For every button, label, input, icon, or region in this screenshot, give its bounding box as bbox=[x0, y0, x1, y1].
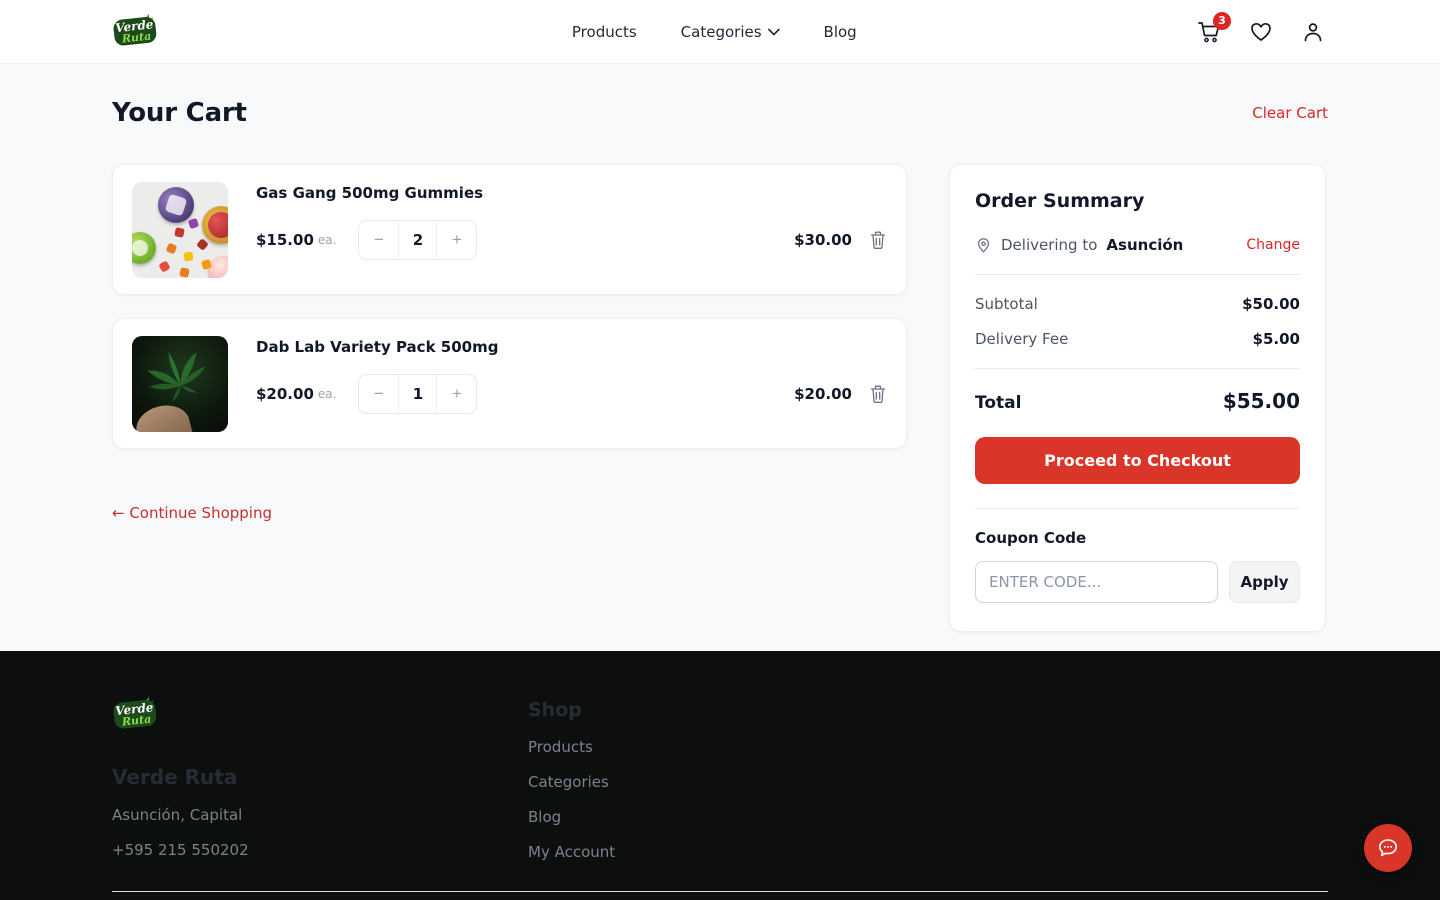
footer-link-blog[interactable]: Blog bbox=[528, 808, 615, 826]
cart-item-gas-gang: Gas Gang 500mg Gummies $15.00 ea. − 2 + … bbox=[112, 164, 907, 295]
cart-item-dab-lab: Dab Lab Variety Pack 500mg $20.00 ea. − … bbox=[112, 318, 907, 449]
header: Verde Ruta Products Categories Blog 3 bbox=[0, 0, 1440, 64]
apply-coupon-button[interactable]: Apply bbox=[1229, 561, 1300, 603]
header-actions: 3 bbox=[1196, 19, 1326, 45]
wishlist-button[interactable] bbox=[1248, 19, 1274, 45]
clear-cart-link[interactable]: Clear Cart bbox=[1252, 104, 1328, 122]
page-title: Your Cart bbox=[112, 98, 247, 128]
cart-items-list: Gas Gang 500mg Gummies $15.00 ea. − 2 + … bbox=[112, 164, 907, 522]
nav-blog-label: Blog bbox=[824, 23, 857, 41]
product-name[interactable]: Dab Lab Variety Pack 500mg bbox=[256, 338, 886, 356]
main-nav: Products Categories Blog bbox=[572, 23, 857, 41]
remove-item-button[interactable] bbox=[870, 385, 886, 403]
footer-company-name: Verde Ruta bbox=[112, 765, 528, 789]
subtotal-label: Subtotal bbox=[975, 295, 1038, 313]
delivery-fee-value: $5.00 bbox=[1253, 330, 1300, 348]
product-image-gummies bbox=[132, 182, 228, 278]
account-button[interactable] bbox=[1300, 19, 1326, 45]
divider bbox=[975, 368, 1300, 369]
nav-blog[interactable]: Blog bbox=[824, 23, 857, 41]
footer-link-categories[interactable]: Categories bbox=[528, 773, 615, 791]
svg-text:Ruta: Ruta bbox=[120, 713, 152, 729]
total-label: Total bbox=[975, 393, 1021, 413]
footer-divider bbox=[112, 891, 1328, 892]
brand-logo[interactable]: Verde Ruta bbox=[112, 12, 162, 52]
user-icon bbox=[1301, 20, 1325, 44]
product-image-leaf bbox=[132, 336, 228, 432]
delivery-city: Asunción bbox=[1106, 236, 1183, 254]
unit-price: $20.00 bbox=[256, 385, 314, 403]
chat-bubble-icon bbox=[1376, 836, 1400, 860]
quantity-stepper: − 2 + bbox=[358, 220, 477, 260]
footer-shop-title: Shop bbox=[528, 699, 615, 721]
coupon-code-label: Coupon Code bbox=[975, 529, 1300, 547]
nav-products[interactable]: Products bbox=[572, 23, 637, 41]
nav-products-label: Products bbox=[572, 23, 637, 41]
divider bbox=[975, 508, 1300, 509]
unit-price: $15.00 bbox=[256, 231, 314, 249]
unit-price-suffix: ea. bbox=[318, 233, 337, 247]
increase-quantity-button[interactable]: + bbox=[437, 221, 476, 259]
trash-icon bbox=[870, 385, 886, 403]
nav-categories-label: Categories bbox=[681, 23, 762, 41]
footer: Verde Ruta Verde Ruta Asunción, Capital … bbox=[0, 651, 1440, 900]
continue-shopping-link[interactable]: ← Continue Shopping bbox=[112, 504, 272, 522]
subtotal-value: $50.00 bbox=[1242, 295, 1300, 313]
cart-button[interactable]: 3 bbox=[1196, 19, 1222, 45]
quantity-value: 1 bbox=[398, 375, 437, 413]
total-value: $55.00 bbox=[1223, 389, 1300, 413]
unit-price-suffix: ea. bbox=[318, 387, 337, 401]
increase-quantity-button[interactable]: + bbox=[437, 375, 476, 413]
remove-item-button[interactable] bbox=[870, 231, 886, 249]
proceed-to-checkout-button[interactable]: Proceed to Checkout bbox=[975, 437, 1300, 484]
cannabis-leaf-graphic bbox=[142, 340, 218, 416]
verde-ruta-logo-icon: Verde Ruta bbox=[112, 12, 162, 52]
cart-page: Your Cart Clear Cart bbox=[0, 64, 1440, 651]
heart-icon bbox=[1249, 20, 1273, 44]
svg-text:Ruta: Ruta bbox=[120, 29, 152, 45]
map-pin-icon bbox=[975, 237, 992, 254]
decrease-quantity-button[interactable]: − bbox=[359, 221, 398, 259]
order-summary-panel: Order Summary Delivering to Asunción Cha… bbox=[949, 164, 1326, 632]
footer-link-my-account[interactable]: My Account bbox=[528, 843, 615, 861]
chevron-down-icon bbox=[768, 28, 780, 36]
nav-categories[interactable]: Categories bbox=[681, 23, 780, 41]
divider bbox=[975, 274, 1300, 275]
coupon-code-input[interactable] bbox=[975, 561, 1218, 603]
cart-count-badge: 3 bbox=[1213, 12, 1231, 30]
change-address-link[interactable]: Change bbox=[1246, 237, 1300, 253]
footer-phone: +595 215 550202 bbox=[112, 841, 528, 859]
footer-address: Asunción, Capital bbox=[112, 806, 528, 824]
quantity-value: 2 bbox=[398, 221, 437, 259]
trash-icon bbox=[870, 231, 886, 249]
order-summary-title: Order Summary bbox=[975, 190, 1300, 212]
line-total: $30.00 bbox=[794, 231, 852, 249]
decrease-quantity-button[interactable]: − bbox=[359, 375, 398, 413]
quantity-stepper: − 1 + bbox=[358, 374, 477, 414]
delivery-fee-label: Delivery Fee bbox=[975, 330, 1068, 348]
line-total: $20.00 bbox=[794, 385, 852, 403]
delivering-to-label: Delivering to bbox=[1001, 236, 1097, 254]
product-name[interactable]: Gas Gang 500mg Gummies bbox=[256, 184, 886, 202]
chat-button[interactable] bbox=[1364, 824, 1412, 872]
footer-link-products[interactable]: Products bbox=[528, 738, 615, 756]
footer-verde-ruta-logo-icon[interactable]: Verde Ruta bbox=[112, 695, 162, 735]
